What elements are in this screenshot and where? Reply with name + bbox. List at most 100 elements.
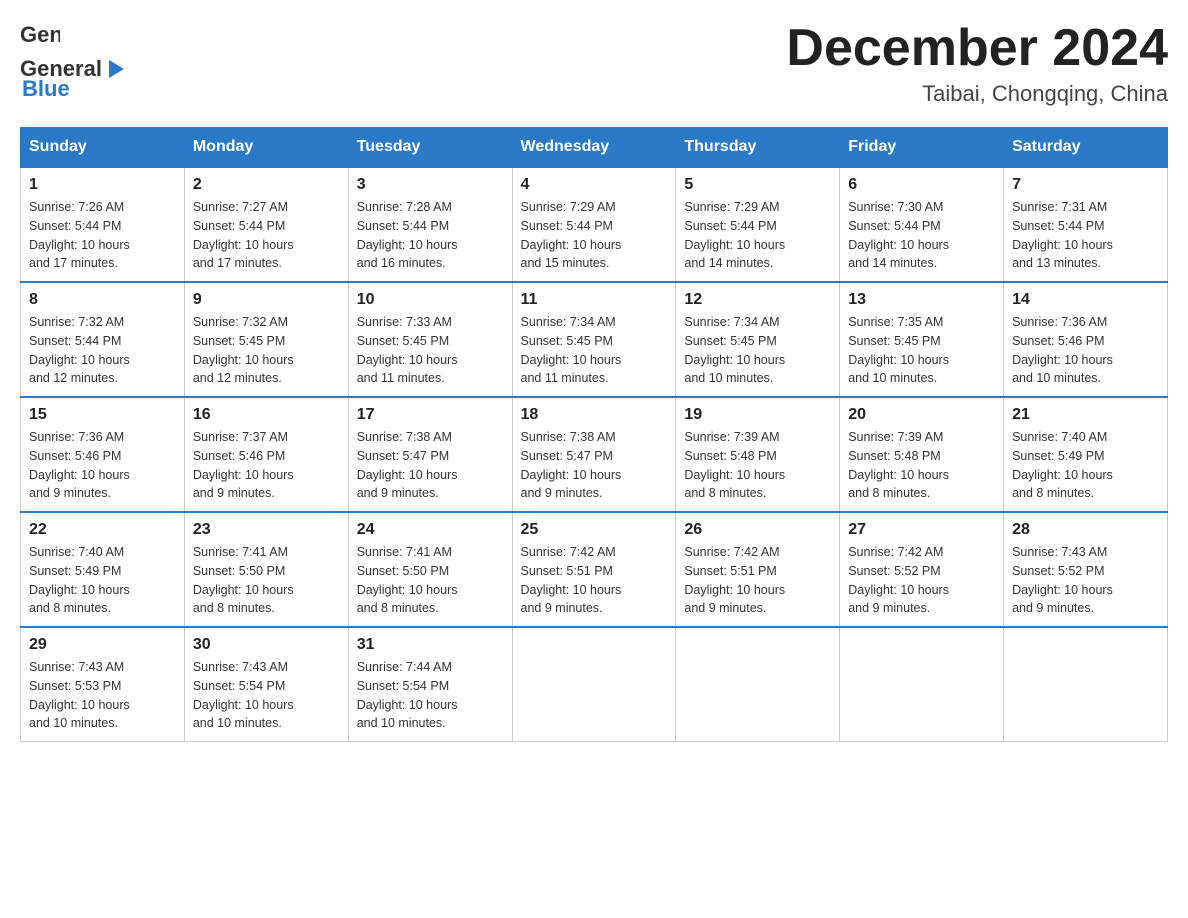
header-tuesday: Tuesday [348, 128, 512, 168]
day-info: Sunrise: 7:42 AM Sunset: 5:52 PM Dayligh… [848, 543, 995, 618]
calendar-day-cell: 17 Sunrise: 7:38 AM Sunset: 5:47 PM Dayl… [348, 397, 512, 512]
header-thursday: Thursday [676, 128, 840, 168]
calendar-day-cell: 22 Sunrise: 7:40 AM Sunset: 5:49 PM Dayl… [21, 512, 185, 627]
day-info: Sunrise: 7:29 AM Sunset: 5:44 PM Dayligh… [521, 198, 668, 273]
calendar-day-cell: 14 Sunrise: 7:36 AM Sunset: 5:46 PM Dayl… [1004, 282, 1168, 397]
day-info: Sunrise: 7:42 AM Sunset: 5:51 PM Dayligh… [521, 543, 668, 618]
day-number: 15 [29, 406, 176, 424]
calendar-empty-cell [1004, 627, 1168, 742]
calendar-day-cell: 20 Sunrise: 7:39 AM Sunset: 5:48 PM Dayl… [840, 397, 1004, 512]
calendar-day-cell: 10 Sunrise: 7:33 AM Sunset: 5:45 PM Dayl… [348, 282, 512, 397]
calendar-day-cell: 1 Sunrise: 7:26 AM Sunset: 5:44 PM Dayli… [21, 167, 185, 282]
header-wednesday: Wednesday [512, 128, 676, 168]
day-number: 20 [848, 406, 995, 424]
header-saturday: Saturday [1004, 128, 1168, 168]
calendar-day-cell: 19 Sunrise: 7:39 AM Sunset: 5:48 PM Dayl… [676, 397, 840, 512]
calendar-day-cell: 28 Sunrise: 7:43 AM Sunset: 5:52 PM Dayl… [1004, 512, 1168, 627]
header-monday: Monday [184, 128, 348, 168]
calendar-day-cell: 6 Sunrise: 7:30 AM Sunset: 5:44 PM Dayli… [840, 167, 1004, 282]
day-info: Sunrise: 7:30 AM Sunset: 5:44 PM Dayligh… [848, 198, 995, 273]
day-info: Sunrise: 7:40 AM Sunset: 5:49 PM Dayligh… [1012, 428, 1159, 503]
day-number: 18 [521, 406, 668, 424]
calendar-empty-cell [840, 627, 1004, 742]
calendar-empty-cell [512, 627, 676, 742]
calendar-day-cell: 24 Sunrise: 7:41 AM Sunset: 5:50 PM Dayl… [348, 512, 512, 627]
day-number: 30 [193, 636, 340, 654]
day-number: 22 [29, 521, 176, 539]
logo-blue: Blue [22, 76, 70, 101]
calendar-week-row: 8 Sunrise: 7:32 AM Sunset: 5:44 PM Dayli… [21, 282, 1168, 397]
calendar-day-cell: 13 Sunrise: 7:35 AM Sunset: 5:45 PM Dayl… [840, 282, 1004, 397]
calendar-day-cell: 25 Sunrise: 7:42 AM Sunset: 5:51 PM Dayl… [512, 512, 676, 627]
calendar-day-cell: 7 Sunrise: 7:31 AM Sunset: 5:44 PM Dayli… [1004, 167, 1168, 282]
title-section: December 2024 Taibai, Chongqing, China [786, 20, 1168, 107]
day-number: 27 [848, 521, 995, 539]
calendar-day-cell: 2 Sunrise: 7:27 AM Sunset: 5:44 PM Dayli… [184, 167, 348, 282]
day-number: 28 [1012, 521, 1159, 539]
day-info: Sunrise: 7:28 AM Sunset: 5:44 PM Dayligh… [357, 198, 504, 273]
day-number: 6 [848, 176, 995, 194]
calendar-day-cell: 21 Sunrise: 7:40 AM Sunset: 5:49 PM Dayl… [1004, 397, 1168, 512]
day-number: 21 [1012, 406, 1159, 424]
calendar-day-cell: 5 Sunrise: 7:29 AM Sunset: 5:44 PM Dayli… [676, 167, 840, 282]
day-number: 10 [357, 291, 504, 309]
day-info: Sunrise: 7:27 AM Sunset: 5:44 PM Dayligh… [193, 198, 340, 273]
day-number: 14 [1012, 291, 1159, 309]
calendar-day-cell: 4 Sunrise: 7:29 AM Sunset: 5:44 PM Dayli… [512, 167, 676, 282]
day-info: Sunrise: 7:38 AM Sunset: 5:47 PM Dayligh… [521, 428, 668, 503]
day-number: 16 [193, 406, 340, 424]
calendar-week-row: 29 Sunrise: 7:43 AM Sunset: 5:53 PM Dayl… [21, 627, 1168, 742]
day-number: 9 [193, 291, 340, 309]
day-info: Sunrise: 7:43 AM Sunset: 5:53 PM Dayligh… [29, 658, 176, 733]
day-info: Sunrise: 7:36 AM Sunset: 5:46 PM Dayligh… [29, 428, 176, 503]
page-header: General General Blue December 2024 Taiba… [20, 20, 1168, 107]
day-info: Sunrise: 7:44 AM Sunset: 5:54 PM Dayligh… [357, 658, 504, 733]
logo: General General Blue [20, 20, 128, 102]
day-number: 1 [29, 176, 176, 194]
calendar-table: Sunday Monday Tuesday Wednesday Thursday… [20, 127, 1168, 742]
day-number: 23 [193, 521, 340, 539]
day-info: Sunrise: 7:34 AM Sunset: 5:45 PM Dayligh… [521, 313, 668, 388]
logo-triangle-icon [104, 58, 126, 80]
day-number: 17 [357, 406, 504, 424]
location-title: Taibai, Chongqing, China [786, 81, 1168, 107]
calendar-day-cell: 18 Sunrise: 7:38 AM Sunset: 5:47 PM Dayl… [512, 397, 676, 512]
calendar-header-row: Sunday Monday Tuesday Wednesday Thursday… [21, 128, 1168, 168]
day-info: Sunrise: 7:40 AM Sunset: 5:49 PM Dayligh… [29, 543, 176, 618]
day-number: 11 [521, 291, 668, 309]
calendar-day-cell: 31 Sunrise: 7:44 AM Sunset: 5:54 PM Dayl… [348, 627, 512, 742]
day-number: 5 [684, 176, 831, 194]
day-info: Sunrise: 7:26 AM Sunset: 5:44 PM Dayligh… [29, 198, 176, 273]
calendar-day-cell: 11 Sunrise: 7:34 AM Sunset: 5:45 PM Dayl… [512, 282, 676, 397]
calendar-day-cell: 26 Sunrise: 7:42 AM Sunset: 5:51 PM Dayl… [676, 512, 840, 627]
calendar-day-cell: 15 Sunrise: 7:36 AM Sunset: 5:46 PM Dayl… [21, 397, 185, 512]
calendar-day-cell: 3 Sunrise: 7:28 AM Sunset: 5:44 PM Dayli… [348, 167, 512, 282]
day-info: Sunrise: 7:39 AM Sunset: 5:48 PM Dayligh… [684, 428, 831, 503]
calendar-day-cell: 9 Sunrise: 7:32 AM Sunset: 5:45 PM Dayli… [184, 282, 348, 397]
svg-text:General: General [20, 22, 60, 47]
day-info: Sunrise: 7:35 AM Sunset: 5:45 PM Dayligh… [848, 313, 995, 388]
day-number: 29 [29, 636, 176, 654]
day-number: 8 [29, 291, 176, 309]
calendar-day-cell: 27 Sunrise: 7:42 AM Sunset: 5:52 PM Dayl… [840, 512, 1004, 627]
day-info: Sunrise: 7:43 AM Sunset: 5:52 PM Dayligh… [1012, 543, 1159, 618]
day-number: 13 [848, 291, 995, 309]
calendar-day-cell: 23 Sunrise: 7:41 AM Sunset: 5:50 PM Dayl… [184, 512, 348, 627]
day-number: 24 [357, 521, 504, 539]
day-number: 12 [684, 291, 831, 309]
month-title: December 2024 [786, 20, 1168, 77]
day-number: 31 [357, 636, 504, 654]
day-info: Sunrise: 7:33 AM Sunset: 5:45 PM Dayligh… [357, 313, 504, 388]
day-info: Sunrise: 7:41 AM Sunset: 5:50 PM Dayligh… [357, 543, 504, 618]
day-info: Sunrise: 7:39 AM Sunset: 5:48 PM Dayligh… [848, 428, 995, 503]
day-info: Sunrise: 7:36 AM Sunset: 5:46 PM Dayligh… [1012, 313, 1159, 388]
calendar-week-row: 22 Sunrise: 7:40 AM Sunset: 5:49 PM Dayl… [21, 512, 1168, 627]
day-info: Sunrise: 7:42 AM Sunset: 5:51 PM Dayligh… [684, 543, 831, 618]
calendar-week-row: 1 Sunrise: 7:26 AM Sunset: 5:44 PM Dayli… [21, 167, 1168, 282]
day-info: Sunrise: 7:31 AM Sunset: 5:44 PM Dayligh… [1012, 198, 1159, 273]
day-number: 3 [357, 176, 504, 194]
day-info: Sunrise: 7:38 AM Sunset: 5:47 PM Dayligh… [357, 428, 504, 503]
calendar-week-row: 15 Sunrise: 7:36 AM Sunset: 5:46 PM Dayl… [21, 397, 1168, 512]
header-friday: Friday [840, 128, 1004, 168]
day-number: 2 [193, 176, 340, 194]
